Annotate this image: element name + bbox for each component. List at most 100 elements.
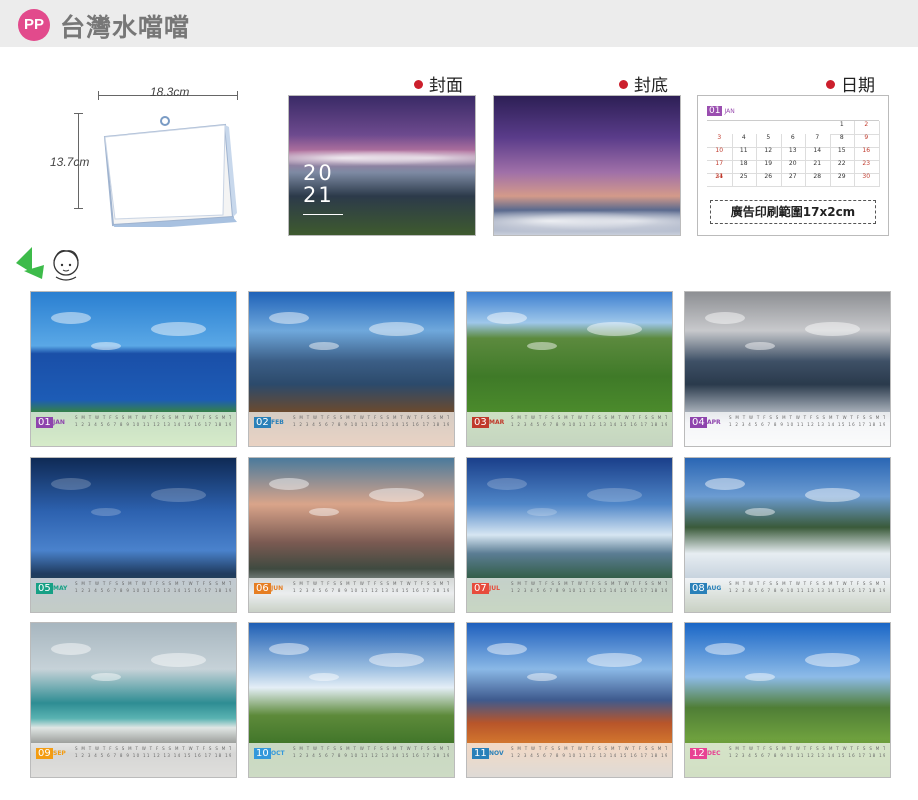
red-dot-icon [619, 79, 628, 89]
month-name: JUN [271, 585, 284, 592]
month-number: 05 [36, 583, 53, 594]
date-cell: 29 [829, 173, 855, 187]
cloud-shape [91, 673, 121, 681]
day-number-row: 1 2 3 4 5 6 7 8 9 10 11 12 13 14 15 16 1… [293, 422, 449, 427]
month-number: 12 [690, 748, 707, 759]
day-number-row: 1 2 3 4 5 6 7 8 9 10 11 12 13 14 15 16 1… [75, 588, 231, 593]
back-cover-image[interactable] [493, 95, 681, 236]
month-card-jan[interactable]: 01 JAN S M T W T F S S M T W T F S S M T W… [30, 291, 237, 447]
cloud-shape [269, 478, 309, 490]
month-name: SEP [53, 750, 66, 757]
month-calendar-strip: 03 MAR S M T W T F S S M T W T F S S M T W… [467, 412, 672, 446]
month-number: 11 [472, 748, 489, 759]
day-number-row: 1 2 3 4 5 6 7 8 9 10 11 12 13 14 15 16 1… [511, 422, 667, 427]
date-cell: 2 [854, 121, 880, 135]
cloud-shape [587, 653, 642, 667]
month-calendar-strip: 05 MAY S M T W T F S S M T W T F S S M T W… [31, 578, 236, 612]
month-card-may[interactable]: 05 MAY S M T W T F S S M T W T F S S M T W… [30, 457, 237, 613]
month-card-mar[interactable]: 03 MAR S M T W T F S S M T W T F S S M T W… [466, 291, 673, 447]
cloud-shape [587, 488, 642, 502]
month-calendar-strip: 11 NOV S M T W T F S S M T W T F S S M T W… [467, 743, 672, 777]
month-card-aug[interactable]: 08 AUG S M T W T F S S M T W T F S S M T W… [684, 457, 891, 613]
month-card-feb[interactable]: 02 FEB S M T W T F S S M T W T F S S M T W… [248, 291, 455, 447]
month-calendar-strip: 09 SEP S M T W T F S S M T W T F S S M T W… [31, 743, 236, 777]
month-name: NOV [489, 750, 504, 757]
day-number-row: 1 2 3 4 5 6 7 8 9 10 11 12 13 14 15 16 1… [293, 588, 449, 593]
cloud-shape [487, 643, 527, 655]
cloud-shape [369, 322, 424, 336]
month-name: JUL [489, 585, 500, 592]
date-cell: 3 [707, 134, 733, 148]
cloud-shape [51, 643, 91, 655]
cloud-shape [91, 342, 121, 350]
day-number-row: 1 2 3 4 5 6 7 8 9 10 11 12 13 14 15 16 1… [729, 422, 885, 427]
day-number-row: 1 2 3 4 5 6 7 8 9 10 11 12 13 14 15 16 1… [729, 753, 885, 758]
month-calendar-strip: 12 DEC S M T W T F S S M T W T F S S M T W… [685, 743, 890, 777]
cloud-shape [309, 673, 339, 681]
date-cell: 27 [780, 173, 806, 187]
width-label: 18.3cm [150, 85, 190, 99]
red-dot-icon [414, 79, 423, 89]
month-number: 01 [36, 417, 53, 428]
cloud-shape [51, 478, 91, 490]
date-cell: 9 [854, 134, 880, 148]
cloud-shape [309, 508, 339, 516]
month-number: 08 [690, 583, 707, 594]
date-section-label: 日期 [826, 71, 875, 96]
month-name: MAR [489, 419, 505, 426]
height-label: 13.7cm [50, 155, 90, 169]
date-cell: 20 [780, 160, 806, 174]
ad-print-area: 廣告印刷範圍17x2cm [710, 200, 876, 224]
month-name: JAN [53, 419, 65, 426]
date-cell: 8 [829, 134, 855, 148]
month-card-jul[interactable]: 07 JUL S M T W T F S S M T W T F S S M T W… [466, 457, 673, 613]
cloud-shape [705, 312, 745, 324]
cloud-shape [269, 643, 309, 655]
month-calendar-strip: 07 JUL S M T W T F S S M T W T F S S M T W… [467, 578, 672, 612]
date-cell: 7 [805, 134, 831, 148]
cloud-shape [805, 653, 860, 667]
cloud-shape [587, 322, 642, 336]
calendar-stand-icon [103, 116, 237, 227]
date-cell: 28 [805, 173, 831, 187]
month-card-nov[interactable]: 11 NOV S M T W T F S S M T W T F S S M T W… [466, 622, 673, 778]
cover-year: 20 21 [303, 161, 334, 207]
header-bar: PP 台灣水噹噹 [0, 0, 918, 47]
date-cell: 15 [829, 147, 855, 161]
month-card-sep[interactable]: 09 SEP S M T W T F S S M T W T F S S M T W… [30, 622, 237, 778]
cloud-shape [527, 342, 557, 350]
month-card-apr[interactable]: 04 APR S M T W T F S S M T W T F S S M T W… [684, 291, 891, 447]
day-number-row: 1 2 3 4 5 6 7 8 9 10 11 12 13 14 15 16 1… [511, 753, 667, 758]
day-number-row: 1 2 3 4 5 6 7 8 9 10 11 12 13 14 15 16 1… [75, 422, 231, 427]
month-number: 07 [472, 583, 489, 594]
month-name: FEB [271, 419, 284, 426]
date-grid: 1 2 3 4 5 6 7 8 9 10 11 12 13 14 15 16 17 18 19 20 21 22 23 24 2… [707, 120, 880, 191]
date-page-preview[interactable]: 01 JAN 1 2 3 4 5 6 7 8 9 10 11 12 13 14 15 16 17 18 19 20 21 2… [697, 95, 889, 236]
brand-title: 台灣水噹噹 [60, 13, 191, 42]
day-number-row: 1 2 3 4 5 6 7 8 9 10 11 12 13 14 15 16 1… [511, 588, 667, 593]
month-name: APR [707, 419, 721, 426]
month-card-jun[interactable]: 06 JUN S M T W T F S S M T W T F S S M T W… [248, 457, 455, 613]
date-cell: 14 [805, 147, 831, 161]
date-cell: 10 [707, 147, 733, 161]
red-dot-icon [826, 79, 835, 89]
cloud-shape [309, 342, 339, 350]
date-cell: 26 [756, 173, 782, 187]
date-cell: 12 [756, 147, 782, 161]
cover-section-label: 封面 [414, 71, 463, 96]
cloud-shape [705, 643, 745, 655]
cloud-shape [369, 488, 424, 502]
cover-image[interactable]: 20 21 [288, 95, 476, 236]
cloud-shape [745, 342, 775, 350]
date-cell: 13 [780, 147, 806, 161]
month-number: 02 [254, 417, 271, 428]
pp-logo[interactable]: PP [18, 9, 50, 41]
cloud-shape [527, 673, 557, 681]
date-cell: 4 [731, 134, 757, 148]
cloud-shape [51, 312, 91, 324]
cloud-shape [745, 508, 775, 516]
month-card-dec[interactable]: 12 DEC S M T W T F S S M T W T F S S M T W… [684, 622, 891, 778]
day-number-row: 1 2 3 4 5 6 7 8 9 10 11 12 13 14 15 16 1… [729, 588, 885, 593]
date-cell: 16 [854, 147, 880, 161]
month-card-oct[interactable]: 10 OCT S M T W T F S S M T W T F S S M T W… [248, 622, 455, 778]
